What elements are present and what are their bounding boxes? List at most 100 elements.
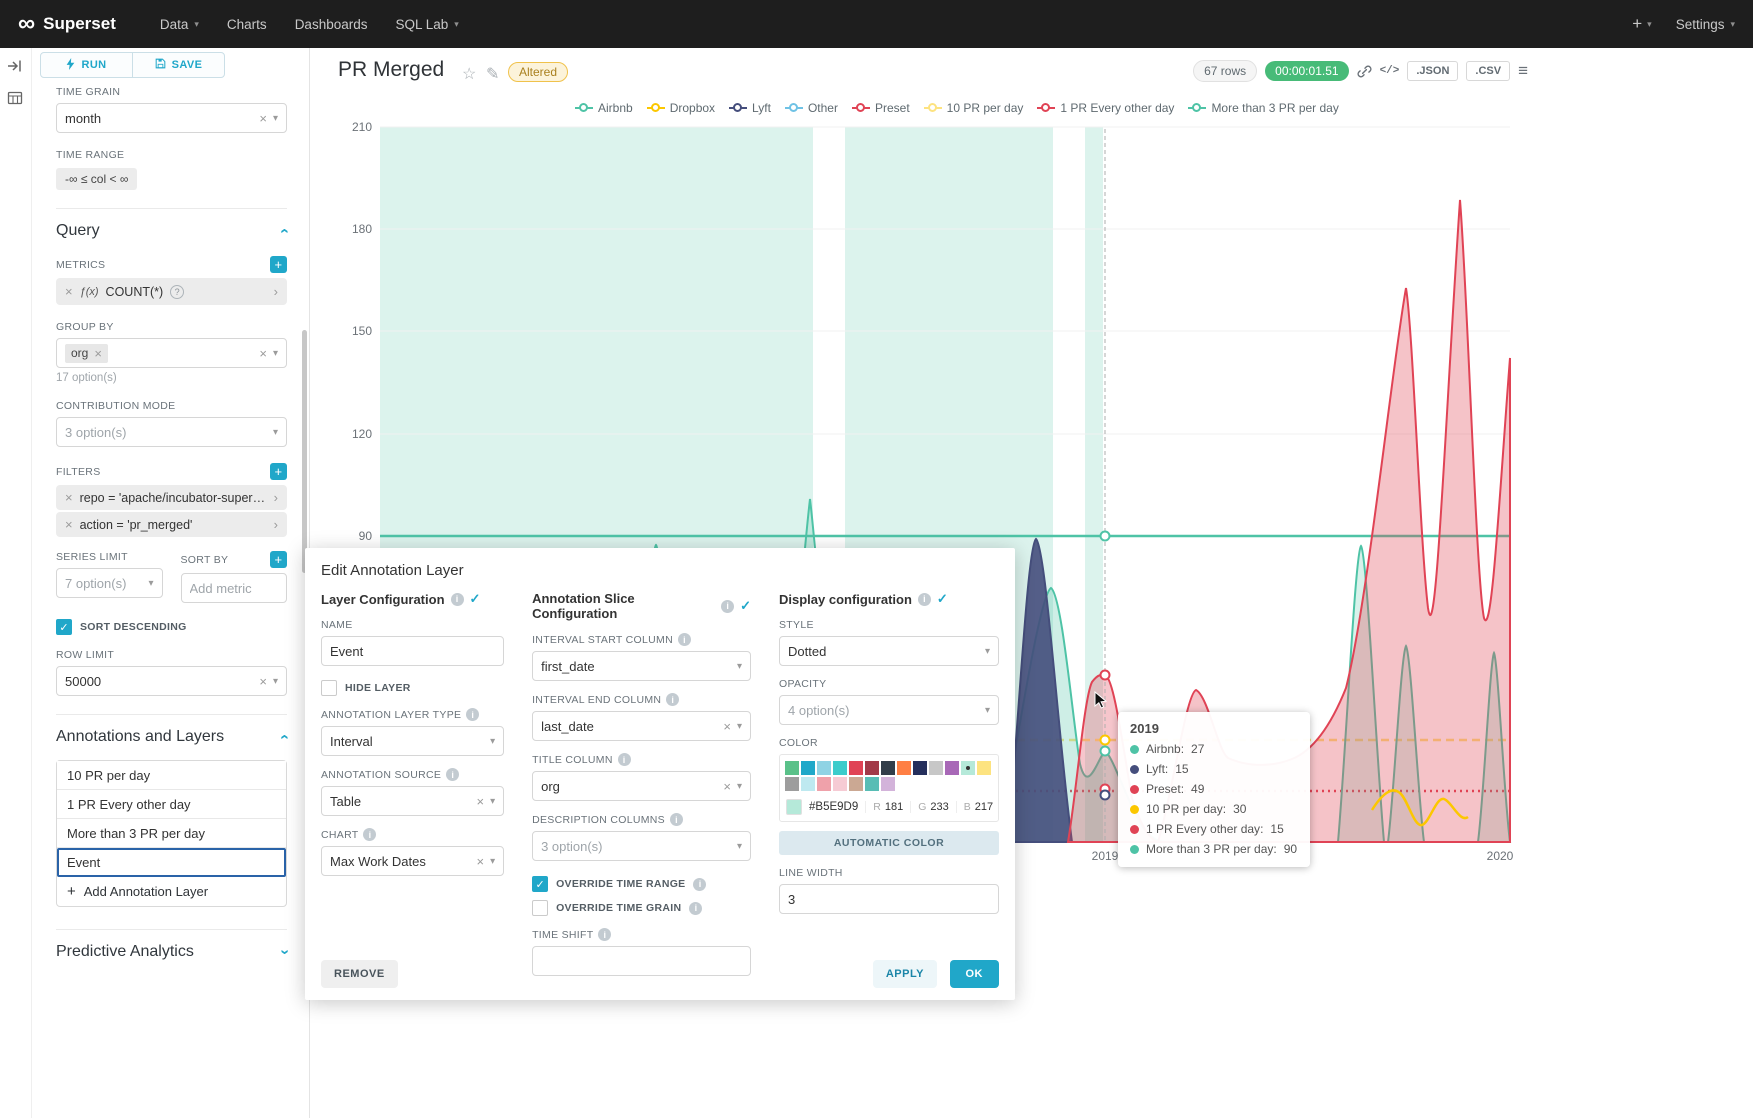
new-item-menu[interactable]: + ▾ (1632, 14, 1651, 34)
color-swatch[interactable] (881, 777, 895, 791)
checkbox-checked-icon[interactable]: ✓ (532, 876, 548, 892)
info-icon[interactable]: i (466, 708, 479, 721)
color-swatch[interactable] (897, 761, 911, 775)
interval-start-column-select[interactable]: first_date ▾ (532, 651, 751, 681)
sort-descending-checkbox[interactable]: ✓ SORT DESCENDING (56, 619, 287, 635)
legend-item-preset[interactable]: Preset (852, 101, 910, 115)
remove-button[interactable]: REMOVE (321, 960, 398, 988)
annotation-layer-item[interactable]: More than 3 PR per day (57, 819, 286, 848)
run-button[interactable]: RUN (41, 53, 132, 77)
clear-icon[interactable]: × (723, 779, 731, 794)
chart-menu-icon[interactable]: ≡ (1518, 61, 1528, 81)
info-icon[interactable]: i (678, 633, 691, 646)
rgb-r-field[interactable]: R181 (865, 801, 903, 813)
info-icon[interactable]: i (689, 902, 702, 915)
legend-item-other[interactable]: Other (785, 101, 838, 115)
edit-title-icon[interactable]: ✎ (486, 64, 499, 84)
clear-icon[interactable]: × (723, 719, 731, 734)
export-csv-button[interactable]: .CSV (1466, 61, 1510, 81)
save-button[interactable]: SAVE (132, 53, 224, 77)
override-time-range-checkbox[interactable]: ✓ OVERRIDE TIME RANGE i (532, 876, 751, 892)
sort-by-select[interactable]: Add metric (181, 573, 288, 603)
color-swatch[interactable] (865, 777, 879, 791)
clear-icon[interactable]: × (259, 674, 267, 689)
view-query-icon[interactable]: </> (1380, 65, 1400, 77)
filter-pill-repo[interactable]: × repo = 'apache/incubator-supers... › (56, 485, 287, 510)
color-swatch[interactable] (865, 761, 879, 775)
group-by-tag-org[interactable]: org × (65, 344, 108, 363)
info-icon[interactable]: i (618, 753, 631, 766)
annotation-source-select[interactable]: Table × ▾ (321, 786, 504, 816)
annotation-layer-item-selected[interactable]: Event (57, 848, 286, 877)
hex-value[interactable]: #B5E9D9 (809, 801, 858, 813)
panel-scrollbar[interactable] (302, 330, 307, 573)
color-swatch[interactable] (913, 761, 927, 775)
color-swatch[interactable] (977, 761, 991, 775)
time-grain-select[interactable]: month × ▾ (56, 103, 287, 133)
legend-item-lyft[interactable]: Lyft (729, 101, 771, 115)
title-column-select[interactable]: org × ▾ (532, 771, 751, 801)
opacity-select[interactable]: 4 option(s) ▾ (779, 695, 999, 725)
legend-item-1-pr-every-other-day[interactable]: 1 PR Every other day (1037, 101, 1174, 115)
rgb-b-field[interactable]: B217 (956, 801, 993, 813)
description-columns-select[interactable]: 3 option(s) ▾ (532, 831, 751, 861)
info-icon[interactable]: i (451, 593, 464, 606)
predictive-analytics-section-header[interactable]: Predictive Analytics › (56, 929, 287, 961)
color-swatch-selected[interactable] (961, 761, 975, 775)
checkbox-unchecked-icon[interactable]: ✓ (532, 900, 548, 916)
legend-item-10-pr-per-day[interactable]: 10 PR per day (924, 101, 1024, 115)
query-section-header[interactable]: Query › (56, 208, 287, 240)
remove-icon[interactable]: × (65, 517, 73, 532)
clear-icon[interactable]: × (476, 854, 484, 869)
annotation-layer-type-select[interactable]: Interval ▾ (321, 726, 504, 756)
checkbox-checked-icon[interactable]: ✓ (56, 619, 72, 635)
line-width-input[interactable] (779, 884, 999, 914)
info-icon[interactable]: i (721, 600, 734, 613)
annotations-section-header[interactable]: Annotations and Layers › (56, 714, 287, 746)
time-range-value[interactable]: -∞ ≤ col < ∞ (56, 168, 137, 190)
apply-button[interactable]: APPLY (873, 960, 937, 988)
legend-item-more-than-3-pr-per-day[interactable]: More than 3 PR per day (1188, 101, 1338, 115)
name-input[interactable] (321, 636, 504, 666)
add-metric-button[interactable]: + (270, 256, 287, 273)
group-by-select[interactable]: org × × ▾ (56, 338, 287, 368)
interval-end-column-select[interactable]: last_date × ▾ (532, 711, 751, 741)
color-swatch[interactable] (833, 761, 847, 775)
annotation-layer-item[interactable]: 10 PR per day (57, 761, 286, 790)
info-icon[interactable]: i (670, 813, 683, 826)
override-time-grain-checkbox[interactable]: ✓ OVERRIDE TIME GRAIN i (532, 900, 751, 916)
add-annotation-layer-button[interactable]: + Add Annotation Layer (57, 877, 286, 906)
collapse-panel-icon[interactable] (7, 58, 25, 76)
info-icon[interactable]: i (446, 768, 459, 781)
checkbox-unchecked-icon[interactable]: ✓ (321, 680, 337, 696)
settings-menu[interactable]: Settings ▾ (1676, 17, 1735, 32)
info-icon[interactable]: i (363, 828, 376, 841)
color-swatch[interactable] (785, 761, 799, 775)
share-link-icon[interactable] (1357, 64, 1372, 79)
color-swatch[interactable] (801, 777, 815, 791)
info-icon[interactable]: i (598, 928, 611, 941)
color-swatch[interactable] (833, 777, 847, 791)
metric-pill-count[interactable]: × ƒ(x) COUNT(*) ? › (56, 278, 287, 305)
chart-select[interactable]: Max Work Dates × ▾ (321, 846, 504, 876)
color-swatch[interactable] (849, 761, 863, 775)
legend-item-airbnb[interactable]: Airbnb (575, 101, 633, 115)
nav-menu-dashboards[interactable]: Dashboards (295, 17, 368, 32)
clear-icon[interactable]: × (259, 346, 267, 361)
automatic-color-button[interactable]: AUTOMATIC COLOR (779, 831, 999, 855)
legend-item-dropbox[interactable]: Dropbox (647, 101, 715, 115)
info-icon[interactable]: i (918, 593, 931, 606)
add-filter-button[interactable]: + (270, 463, 287, 480)
add-sort-metric-button[interactable]: + (270, 551, 287, 568)
annotation-layer-item[interactable]: 1 PR Every other day (57, 790, 286, 819)
color-swatch[interactable] (817, 761, 831, 775)
hide-layer-checkbox[interactable]: ✓ HIDE LAYER (321, 680, 504, 696)
ok-button[interactable]: OK (950, 960, 1000, 988)
remove-icon[interactable]: × (65, 284, 73, 299)
filter-pill-action[interactable]: × action = 'pr_merged' › (56, 512, 287, 537)
remove-icon[interactable]: × (65, 490, 73, 505)
favorite-star-icon[interactable]: ☆ (462, 64, 476, 84)
color-swatch[interactable] (801, 761, 815, 775)
row-limit-select[interactable]: 50000 × ▾ (56, 666, 287, 696)
nav-menu-charts[interactable]: Charts (227, 17, 267, 32)
